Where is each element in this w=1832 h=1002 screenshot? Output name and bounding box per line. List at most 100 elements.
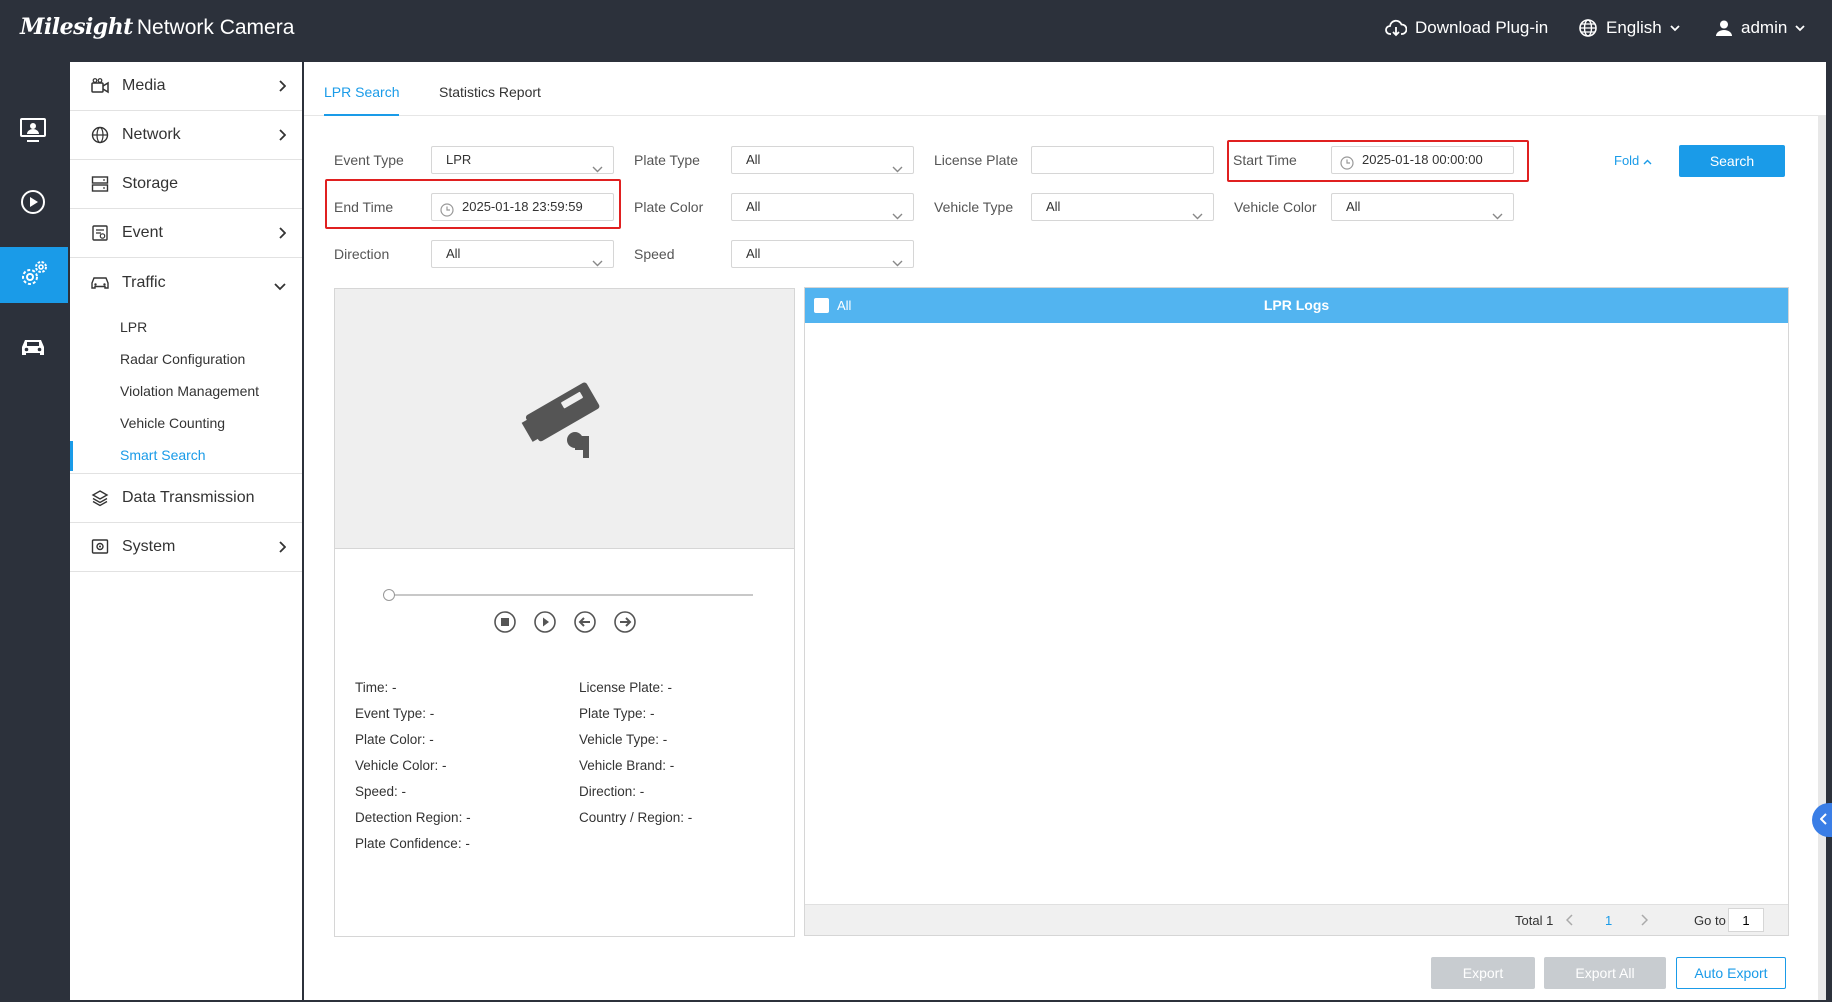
- sidebar-item-label: Traffic: [122, 273, 166, 291]
- detail-plate-type: Plate Type: -: [579, 706, 655, 721]
- plate-color-select[interactable]: All: [731, 193, 914, 221]
- chevron-down-icon: [274, 278, 286, 296]
- rail-vehicle[interactable]: [0, 320, 66, 376]
- chevron-down-icon: [592, 156, 603, 182]
- sidebar-subitem-violation-management[interactable]: Violation Management: [70, 375, 302, 407]
- layers-icon: [90, 488, 110, 508]
- end-time-value: 2025-01-18 23:59:59: [462, 199, 583, 214]
- sidebar-item-network[interactable]: Network: [70, 111, 302, 160]
- speed-value: All: [746, 246, 761, 261]
- chevron-right-icon: [278, 79, 287, 97]
- end-time-picker[interactable]: 2025-01-18 23:59:59: [431, 193, 614, 221]
- chevron-down-icon: [1192, 203, 1203, 229]
- plate-type-value: All: [746, 152, 761, 167]
- fold-label: Fold: [1614, 153, 1640, 168]
- auto-export-button[interactable]: Auto Export: [1676, 957, 1786, 989]
- stop-icon[interactable]: [493, 610, 517, 634]
- sidebar-item-label: System: [122, 538, 176, 555]
- sidebar-item-media[interactable]: Media: [70, 62, 302, 111]
- start-time-label: Start Time: [1233, 152, 1297, 168]
- event-type-value: LPR: [446, 152, 472, 167]
- play-icon[interactable]: [533, 610, 557, 634]
- sidebar-subitem-vehicle-counting[interactable]: Vehicle Counting: [70, 407, 302, 439]
- vehicle-color-select[interactable]: All: [1331, 193, 1514, 221]
- car-icon: [90, 273, 110, 293]
- system-icon: [90, 537, 110, 557]
- vehicle-type-select[interactable]: All: [1031, 193, 1214, 221]
- direction-value: All: [446, 246, 461, 261]
- lpr-logs-title: LPR Logs: [1263, 297, 1330, 313]
- user-menu[interactable]: admin: [1715, 18, 1805, 38]
- main-content: LPR Search Statistics Report Event Type …: [304, 62, 1826, 1000]
- goto-page-input[interactable]: [1728, 908, 1764, 932]
- playback-progress-track[interactable]: [387, 594, 753, 596]
- chevron-up-icon: [1643, 153, 1652, 168]
- detail-vehicle-color: Vehicle Color: -: [355, 758, 447, 773]
- chevron-down-icon: [1670, 24, 1680, 32]
- rail-settings[interactable]: [0, 247, 68, 303]
- sidebar-item-traffic[interactable]: Traffic: [70, 258, 302, 307]
- vehicle-icon: [19, 336, 47, 361]
- sidebar-item-event[interactable]: Event: [70, 209, 302, 258]
- sidebar-item-data-transmission[interactable]: Data Transmission: [70, 474, 302, 523]
- license-plate-input[interactable]: [1031, 146, 1214, 174]
- chevron-down-icon: [1492, 203, 1503, 229]
- tab-bar: LPR Search Statistics Report: [304, 62, 1826, 116]
- detail-country-region: Country / Region: -: [579, 810, 693, 825]
- event-icon: [90, 223, 110, 243]
- chevron-down-icon: [892, 156, 903, 182]
- detail-event-type: Event Type: -: [355, 706, 435, 721]
- detail-plate-color: Plate Color: -: [355, 732, 434, 747]
- vehicle-color-label: Vehicle Color: [1234, 199, 1317, 215]
- direction-select[interactable]: All: [431, 240, 614, 268]
- chevron-down-icon: [892, 203, 903, 229]
- sidebar-item-system[interactable]: System: [70, 523, 302, 572]
- network-globe-icon: [90, 125, 110, 145]
- language-label: English: [1606, 18, 1662, 37]
- event-type-select[interactable]: LPR: [431, 146, 614, 174]
- content-scrollbar[interactable]: [1818, 115, 1826, 1000]
- fold-toggle[interactable]: Fold: [1614, 153, 1652, 168]
- sidebar-subitem-smart-search[interactable]: Smart Search: [70, 439, 302, 471]
- user-label: admin: [1741, 18, 1788, 37]
- download-plugin-button[interactable]: Download Plug-in: [1385, 18, 1548, 38]
- playback-progress-handle[interactable]: [383, 589, 395, 601]
- rail-live-view[interactable]: [0, 103, 66, 159]
- pagination-bar: Total 1 1 Go to: [805, 904, 1788, 935]
- export-all-button[interactable]: Export All: [1544, 957, 1666, 989]
- globe-icon: [1578, 18, 1598, 38]
- sidebar-subitem-radar-configuration[interactable]: Radar Configuration: [70, 343, 302, 375]
- plate-color-label: Plate Color: [634, 199, 704, 215]
- chevron-left-icon[interactable]: [1557, 908, 1583, 932]
- rail-playback[interactable]: [0, 175, 66, 231]
- sidebar-item-storage[interactable]: Storage: [70, 160, 302, 209]
- export-button[interactable]: Export: [1431, 957, 1535, 989]
- chevron-down-icon: [592, 250, 603, 276]
- plate-type-label: Plate Type: [634, 152, 700, 168]
- next-icon[interactable]: [613, 610, 637, 634]
- playback-panel: Time: - Event Type: - Plate Color: - Veh…: [334, 288, 795, 937]
- sidebar-subitem-lpr[interactable]: LPR: [70, 311, 302, 343]
- tab-statistics-report[interactable]: Statistics Report: [439, 84, 541, 116]
- pagination-total: Total 1: [1515, 913, 1554, 928]
- chevron-right-icon: [278, 540, 287, 558]
- settings-icon: [18, 258, 50, 293]
- chevron-right-icon[interactable]: [1631, 908, 1657, 932]
- search-button[interactable]: Search: [1679, 145, 1785, 177]
- sidebar-item-label: Storage: [122, 175, 179, 192]
- speed-select[interactable]: All: [731, 240, 914, 268]
- camera-placeholder-icon: [515, 374, 615, 467]
- lpr-logs-header: All LPR Logs: [805, 288, 1788, 323]
- tab-lpr-search[interactable]: LPR Search: [324, 84, 400, 116]
- clock-icon: [1340, 153, 1354, 179]
- previous-icon[interactable]: [573, 610, 597, 634]
- language-selector[interactable]: English: [1578, 18, 1680, 38]
- clock-icon: [440, 200, 454, 226]
- vehicle-type-label: Vehicle Type: [934, 199, 1014, 215]
- plate-type-select[interactable]: All: [731, 146, 914, 174]
- chevron-down-icon: [892, 250, 903, 276]
- pagination-current-page[interactable]: 1: [1605, 913, 1612, 928]
- start-time-picker[interactable]: 2025-01-18 00:00:00: [1331, 146, 1514, 174]
- goto-label: Go to: [1694, 913, 1726, 928]
- detail-direction: Direction: -: [579, 784, 645, 799]
